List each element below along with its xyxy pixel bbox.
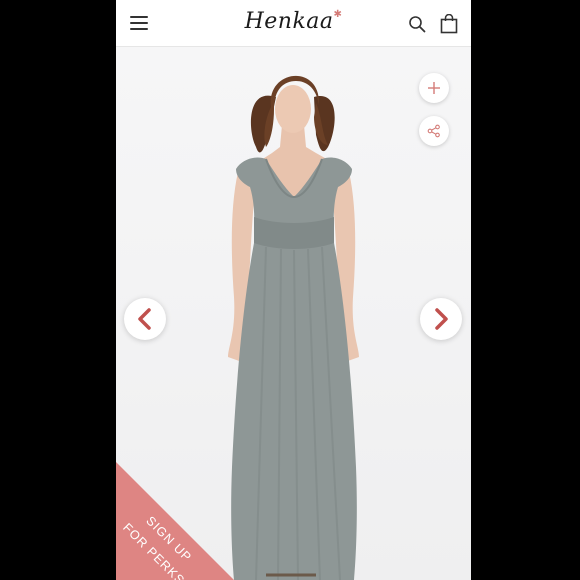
shopping-bag-icon[interactable]	[440, 14, 458, 34]
chevron-right-icon	[435, 308, 448, 330]
site-header: Henkaa✱	[116, 0, 471, 47]
share-button[interactable]	[419, 116, 449, 146]
search-icon[interactable]	[408, 15, 426, 33]
share-icon	[427, 124, 440, 138]
logo-text: Henkaa	[244, 9, 334, 34]
promo-corner-banner[interactable]: SIGN UP FOR PERKS	[116, 462, 234, 580]
phone-screen: Henkaa✱ SIGN UP FOR PERKS	[116, 0, 471, 580]
zoom-button[interactable]	[419, 73, 449, 103]
plus-icon	[428, 82, 440, 94]
logo-star-icon: ✱	[333, 9, 343, 20]
previous-image-button[interactable]	[124, 298, 166, 340]
next-image-button[interactable]	[420, 298, 462, 340]
chevron-left-icon	[138, 308, 151, 330]
